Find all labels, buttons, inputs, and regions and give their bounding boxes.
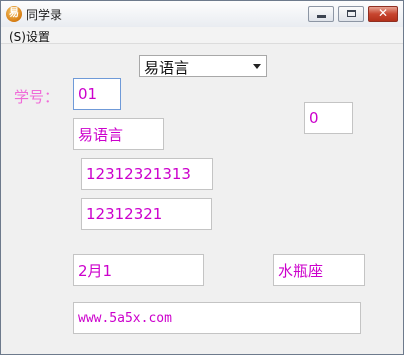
name-field[interactable]: 易语言 [73,118,164,150]
window-title: 同学录 [26,8,63,22]
chevron-down-icon[interactable] [253,64,261,69]
close-icon: ✕ [377,6,389,20]
app-window: 易 同学录 ✕ (S)设置 易语言 学号： 01 0 易语言 123123213… [0,0,404,355]
menu-bar: (S)设置 [1,27,403,44]
counter-field[interactable]: 0 [304,102,353,134]
maximize-icon [347,10,356,17]
menu-settings[interactable]: (S)设置 [9,28,50,45]
birthday-field[interactable]: 2月1 [73,254,204,286]
app-icon[interactable]: 易 [6,6,22,22]
zodiac-field[interactable]: 水瓶座 [273,254,365,286]
language-dropdown[interactable]: 易语言 [139,55,267,77]
phone-field-2[interactable]: 12312321 [81,198,212,230]
minimize-icon [317,15,326,18]
student-id-label: 学号： [14,88,60,106]
website-field[interactable]: www.5a5x.com [73,302,361,334]
close-button[interactable]: ✕ [368,6,398,22]
title-bar[interactable]: 易 同学录 ✕ [1,1,403,28]
phone-field-1[interactable]: 12312321313 [81,158,213,190]
student-id-field[interactable]: 01 [73,78,121,110]
dropdown-selected-value: 易语言 [144,59,190,77]
maximize-button[interactable] [338,6,364,22]
minimize-button[interactable] [308,6,334,22]
